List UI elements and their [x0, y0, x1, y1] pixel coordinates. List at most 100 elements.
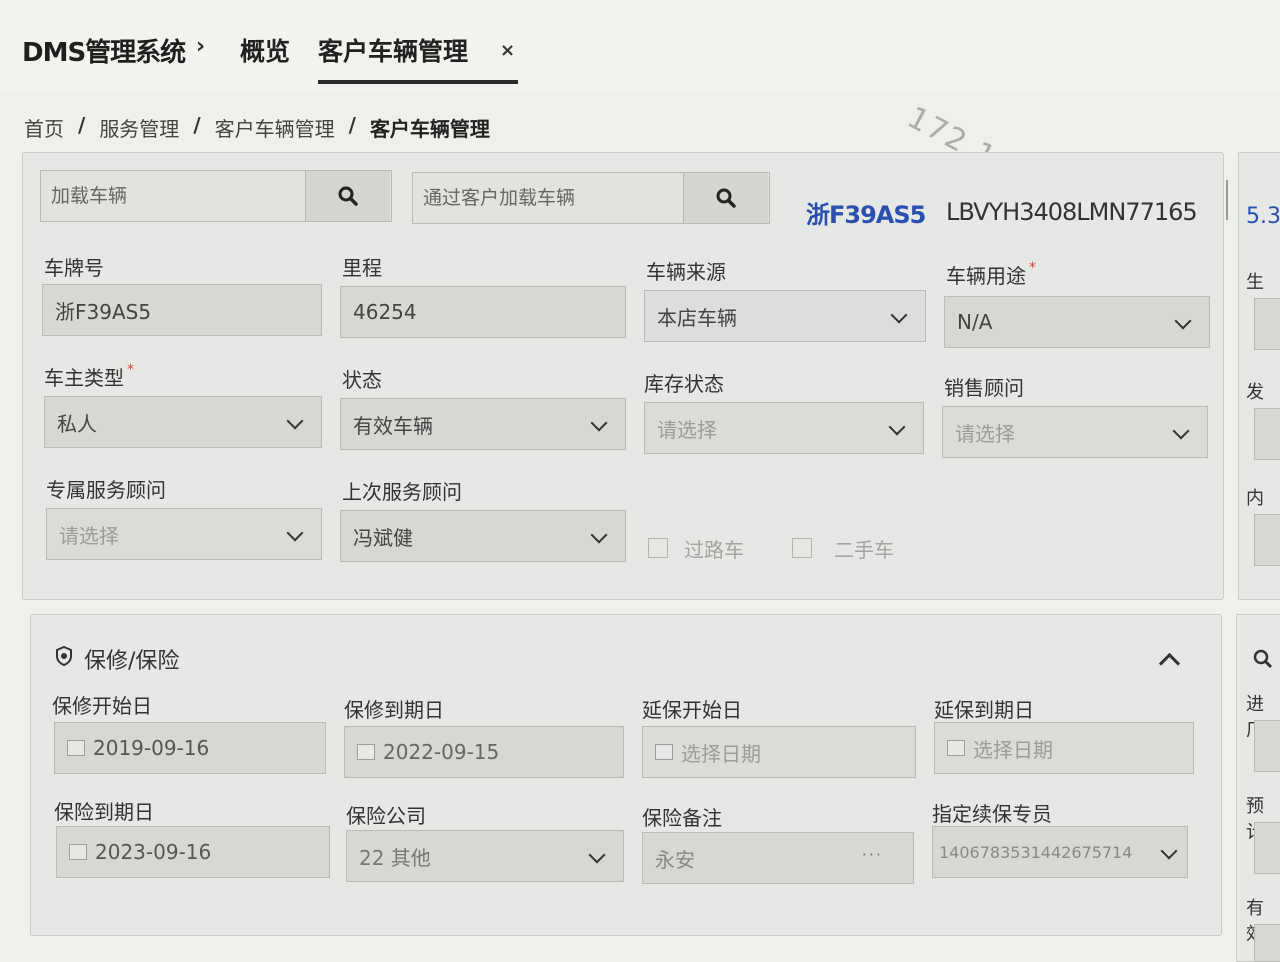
insurance-note-label: 保险备注 — [642, 806, 722, 830]
customer-search-button[interactable] — [683, 173, 768, 223]
search-icon — [338, 186, 358, 206]
shield-icon — [56, 645, 72, 667]
ext-start-label: 延保开始日 — [642, 698, 742, 722]
insurance-end-label: 保险到期日 — [54, 800, 154, 824]
calendar-icon — [947, 740, 965, 756]
usage-label: 车辆用途 * — [946, 260, 1036, 288]
dedicated-advisor-label: 专属服务顾问 — [46, 478, 166, 502]
app-title: DMS管理系统 — [22, 38, 186, 68]
usage-value: N/A — [957, 310, 993, 334]
plate-value: 浙F39AS5 — [55, 299, 152, 324]
side-field-6[interactable] — [1254, 924, 1280, 962]
transit-checkbox-label: 过路车 — [684, 538, 744, 562]
header-extra-value: 5.3 — [1246, 204, 1280, 229]
ext-start-value: 选择日期 — [681, 741, 761, 766]
vehicle-search-button[interactable] — [305, 171, 390, 221]
close-tab-icon[interactable]: × — [500, 40, 515, 61]
customer-search-input[interactable] — [413, 173, 685, 223]
stock-select[interactable]: 请选择 — [644, 402, 924, 454]
owner-type-label: 车主类型 * — [44, 362, 134, 390]
stock-value: 请选择 — [657, 417, 717, 442]
insurance-end-date[interactable]: 2023-09-16 — [56, 826, 330, 878]
header-divider — [1226, 180, 1228, 220]
vehicle-search — [40, 170, 392, 222]
plate-field[interactable]: 浙F39AS5 — [42, 284, 322, 336]
more-icon[interactable]: ··· — [862, 845, 883, 864]
breadcrumb-separator: / — [348, 113, 356, 137]
header-plate: 浙F39AS5 — [806, 201, 926, 229]
status-select[interactable]: 有效车辆 — [340, 398, 626, 450]
insurance-note-value: 永安 — [655, 847, 695, 872]
breadcrumb-separator: / — [78, 113, 86, 137]
warranty-start-date[interactable]: 2019-09-16 — [54, 722, 326, 774]
mileage-value: 46254 — [353, 300, 417, 324]
side-label-2: 发 — [1246, 382, 1264, 403]
vehicle-search-input[interactable] — [41, 171, 313, 221]
last-advisor-label: 上次服务顾问 — [342, 480, 462, 504]
mileage-label: 里程 — [342, 256, 382, 280]
breadcrumb-vehicle-mgmt[interactable]: 客户车辆管理 — [215, 113, 335, 142]
usage-select[interactable]: N/A — [944, 296, 1210, 348]
renewal-agent-select[interactable]: 14067835314426757​14 — [932, 826, 1188, 878]
source-value: 本店车辆 — [657, 305, 737, 330]
chevron-down-icon — [590, 526, 608, 544]
side-field-3[interactable] — [1254, 514, 1280, 566]
ext-end-date[interactable]: 选择日期 — [934, 722, 1194, 774]
chevron-down-icon — [888, 418, 906, 436]
breadcrumb-separator: / — [193, 113, 201, 137]
status-label: 状态 — [342, 368, 382, 392]
zoom-search-icon[interactable] — [1252, 648, 1274, 670]
insurance-company-value: 22 其他 — [359, 845, 431, 870]
tab-customer-vehicle[interactable]: 客户车辆管理 — [318, 32, 468, 68]
last-advisor-value: 冯斌健 — [353, 525, 413, 550]
last-advisor-select[interactable]: 冯斌健 — [340, 510, 626, 562]
calendar-icon — [357, 744, 375, 760]
side-field-4[interactable] — [1254, 720, 1280, 772]
warranty-end-value: 2022-09-15 — [383, 740, 500, 764]
ext-end-label: 延保到期日 — [934, 698, 1034, 722]
search-icon — [716, 188, 736, 208]
side-field-1[interactable] — [1254, 298, 1280, 350]
calendar-icon — [69, 844, 87, 860]
warranty-insurance-panel — [30, 614, 1222, 936]
status-value: 有效车辆 — [353, 413, 433, 438]
breadcrumb-home[interactable]: 首页 — [24, 113, 64, 142]
header-vin: LBVYH3408LMN77165 — [946, 198, 1198, 226]
sales-select[interactable]: 请选择 — [942, 406, 1208, 458]
side-label-3: 内 — [1246, 488, 1264, 509]
ext-end-value: 选择日期 — [973, 737, 1053, 762]
source-select[interactable]: 本店车辆 — [644, 290, 926, 342]
mileage-field[interactable]: 46254 — [340, 286, 626, 338]
warranty-section-title: 保修/保险 — [84, 649, 180, 674]
transit-checkbox[interactable] — [648, 538, 668, 558]
warranty-start-label: 保修开始日 — [52, 694, 152, 718]
breadcrumb-service[interactable]: 服务管理 — [99, 113, 179, 142]
renewal-agent-label: 指定续保专员 — [932, 802, 1052, 826]
customer-search — [412, 172, 770, 224]
owner-type-select[interactable]: 私人 — [44, 396, 322, 448]
menu-caret-icon[interactable]: › — [196, 34, 205, 59]
top-bar: DMS管理系统 › 概览 客户车辆管理 × — [0, 0, 1280, 90]
calendar-icon — [67, 740, 85, 756]
side-field-2[interactable] — [1254, 408, 1280, 460]
insurance-note-field[interactable]: 永安 ··· — [642, 832, 914, 884]
renewal-agent-value: 14067835314426757​14 — [939, 842, 1133, 862]
chevron-down-icon — [588, 846, 606, 864]
active-tab-indicator — [318, 80, 518, 84]
chevron-down-icon — [1160, 842, 1178, 860]
plate-label: 车牌号 — [44, 256, 104, 280]
warranty-start-value: 2019-09-16 — [93, 736, 210, 760]
stock-label: 库存状态 — [644, 372, 724, 396]
ext-start-date[interactable]: 选择日期 — [642, 726, 916, 778]
chevron-down-icon — [1172, 422, 1190, 440]
dedicated-advisor-select[interactable]: 请选择 — [46, 508, 322, 560]
side-field-5[interactable] — [1254, 822, 1280, 874]
side-label-1: 生 — [1246, 272, 1264, 293]
tab-overview[interactable]: 概览 — [240, 32, 290, 68]
used-car-checkbox[interactable] — [792, 538, 812, 558]
dedicated-advisor-value: 请选择 — [59, 523, 119, 548]
calendar-icon — [655, 744, 673, 760]
insurance-company-select[interactable]: 22 其他 — [346, 830, 624, 882]
warranty-end-date[interactable]: 2022-09-15 — [344, 726, 624, 778]
chevron-down-icon — [1174, 312, 1192, 330]
